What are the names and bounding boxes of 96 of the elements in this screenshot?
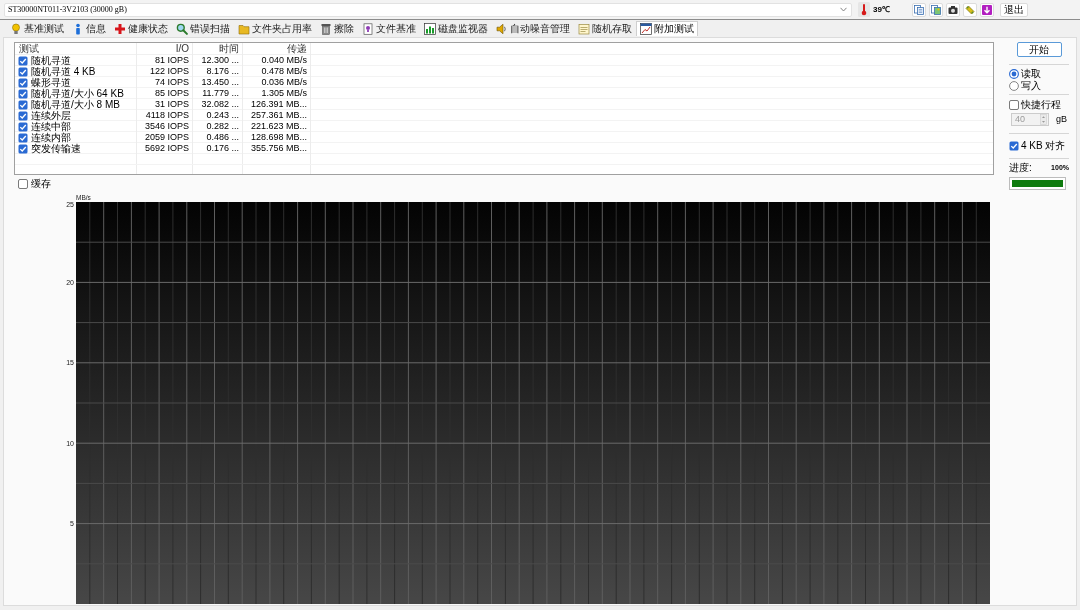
table-cell: 1.305 MB/s <box>243 88 311 99</box>
table-cell: 13.450 ... <box>193 77 243 88</box>
test-name: 随机寻道/大小 64 KB <box>31 88 124 99</box>
table-cell: 257.361 MB... <box>243 110 311 121</box>
checkbox[interactable] <box>18 55 28 66</box>
trash-icon <box>320 23 332 35</box>
spinner-arrows-icon <box>1040 114 1047 125</box>
test-name: 连续外层 <box>31 110 71 121</box>
pages-icon <box>913 4 924 15</box>
tab[interactable]: 附加测试 <box>636 21 698 36</box>
tab[interactable]: 文件基准 <box>358 22 420 36</box>
radio-button[interactable] <box>1009 68 1019 79</box>
table-cell: 81 IOPS <box>137 55 193 66</box>
test-name: 连续中部 <box>31 121 71 132</box>
table-cell: 4118 IOPS <box>137 110 193 121</box>
notepad-icon <box>578 23 590 35</box>
test-name: 随机寻道 4 KB <box>31 66 96 77</box>
bar-chart-icon <box>424 23 436 35</box>
column-header[interactable]: I/O <box>137 43 193 55</box>
table-cell: 32.082 ... <box>193 99 243 110</box>
speaker-icon <box>496 23 508 35</box>
checkbox-label: 快捷行程 <box>1021 99 1061 110</box>
table-cell: 0.036 MB/s <box>243 77 311 88</box>
pages-image-icon <box>930 4 941 15</box>
tool-icon <box>964 4 975 15</box>
table-cell: 221.623 MB... <box>243 121 311 132</box>
camera-icon <box>947 4 958 15</box>
tab[interactable]: 擦除 <box>316 22 358 36</box>
table-cell: 0.176 ... <box>193 143 243 154</box>
document-icon <box>362 23 374 35</box>
table-cell: 0.243 ... <box>193 110 243 121</box>
radio-button[interactable] <box>1009 80 1019 91</box>
checkbox[interactable] <box>18 66 28 77</box>
column-header[interactable]: 测试 <box>15 43 137 55</box>
tab[interactable]: 健康状态 <box>110 22 172 36</box>
arrow-down-icon <box>981 4 992 15</box>
chevron-down-icon <box>840 7 847 12</box>
checkbox[interactable] <box>1009 140 1019 151</box>
table-cell: 31 IOPS <box>137 99 193 110</box>
test-name: 蝶形寻道 <box>31 77 71 88</box>
radio-label: 写入 <box>1021 80 1041 91</box>
drive-select[interactable]: ST30000NT011-3V2103 (30000 gB) <box>4 2 852 17</box>
checkbox[interactable] <box>18 179 28 189</box>
folder-icon <box>238 23 250 35</box>
tab[interactable]: 错误扫描 <box>172 22 234 36</box>
test-name: 连续内部 <box>31 132 71 143</box>
table-cell: 122 IOPS <box>137 66 193 77</box>
test-name: 突发传输速 <box>31 143 81 154</box>
table-cell: 74 IOPS <box>137 77 193 88</box>
tab[interactable]: 自动噪音管理 <box>492 22 574 36</box>
table-cell: 0.282 ... <box>193 121 243 132</box>
checkbox[interactable] <box>18 88 28 99</box>
checkbox[interactable] <box>18 132 28 143</box>
test-name: 随机寻道 <box>31 55 71 66</box>
column-header[interactable]: 时间 <box>193 43 243 55</box>
chart-window-icon <box>640 23 652 35</box>
checkbox-label: 4 KB 对齐 <box>1021 140 1066 151</box>
plus-icon <box>114 23 126 35</box>
table-cell: 3546 IOPS <box>137 121 193 132</box>
tab[interactable]: 随机存取 <box>574 22 636 36</box>
table-cell: 126.391 MB... <box>243 99 311 110</box>
temperature-reading: 39℃ <box>873 5 890 14</box>
table-cell: 5692 IOPS <box>137 143 193 154</box>
unit-label: gB <box>1056 115 1067 124</box>
toolbar-button[interactable] <box>979 2 994 17</box>
checkbox[interactable] <box>18 77 28 88</box>
table-cell: 0.486 ... <box>193 132 243 143</box>
checkbox[interactable] <box>18 143 28 154</box>
checkbox[interactable] <box>18 110 28 121</box>
bulb-icon <box>10 23 22 35</box>
table-cell: 8.176 ... <box>193 66 243 77</box>
toolbar-button[interactable] <box>945 2 960 17</box>
checkbox[interactable] <box>18 99 28 110</box>
test-name: 随机寻道/大小 8 MB <box>31 99 120 110</box>
table-cell: 355.756 MB... <box>243 143 311 154</box>
tab[interactable]: 基准测试 <box>6 22 68 36</box>
checkbox-label: 缓存 <box>31 179 51 189</box>
exit-button[interactable]: 退出 <box>999 2 1028 17</box>
tab[interactable]: 文件夹占用率 <box>234 22 316 36</box>
table-cell: 0.478 MB/s <box>243 66 311 77</box>
table-cell: 85 IOPS <box>137 88 193 99</box>
start-button[interactable]: 开始 <box>1016 42 1062 57</box>
table-cell: 0.040 MB/s <box>243 55 311 66</box>
table-cell: 11.779 ... <box>193 88 243 99</box>
search-icon <box>176 23 188 35</box>
table-cell: 128.698 MB... <box>243 132 311 143</box>
checkbox[interactable] <box>1009 99 1019 110</box>
thermometer-icon <box>858 2 870 17</box>
tab[interactable]: 磁盘监视器 <box>420 22 492 36</box>
column-header[interactable]: 传递 <box>243 43 311 55</box>
radio-label: 读取 <box>1021 68 1041 79</box>
table-cell: 2059 IOPS <box>137 132 193 143</box>
table-cell: 12.300 ... <box>193 55 243 66</box>
checkbox[interactable] <box>18 121 28 132</box>
progress-label: 进度: <box>1009 162 1032 173</box>
tab[interactable]: 信息 <box>68 22 110 36</box>
